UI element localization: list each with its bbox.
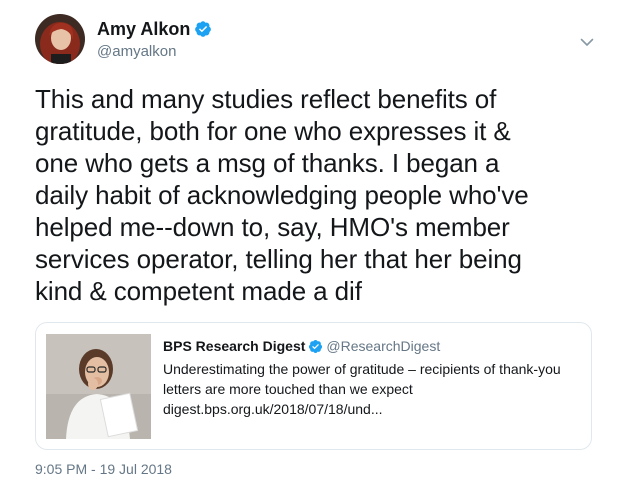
quoted-tweet-image [46, 334, 151, 439]
quoted-image-photo [46, 334, 151, 439]
quoted-author-name: BPS Research Digest [163, 338, 306, 354]
author-name-row[interactable]: Amy Alkon [97, 18, 212, 40]
author-display-name[interactable]: Amy Alkon [97, 18, 190, 40]
quoted-author-handle: @ResearchDigest [326, 338, 441, 354]
quoted-tweet-card[interactable]: BPS Research Digest @ResearchDigest Unde… [35, 322, 592, 450]
quoted-text-line: letters are more touched than we expect [163, 381, 413, 397]
avatar[interactable] [35, 14, 85, 64]
author-handle[interactable]: @amyalkon [97, 42, 212, 62]
chevron-down-icon[interactable] [579, 34, 595, 50]
quoted-tweet-body: BPS Research Digest @ResearchDigest Unde… [163, 336, 583, 419]
tweet-card: Amy Alkon @amyalkon This and many studie… [0, 0, 627, 491]
tweet-text: This and many studies reflect benefits o… [35, 84, 529, 306]
verified-badge-icon [309, 339, 323, 353]
avatar-image [35, 14, 85, 64]
tweet-timestamp[interactable]: 9:05 PM - 19 Jul 2018 [35, 459, 172, 479]
quoted-text-line: Underestimating the power of gratitude –… [163, 361, 561, 377]
quoted-link: digest.bps.org.uk/2018/07/18/und... [163, 401, 383, 417]
quoted-author-row: BPS Research Digest @ResearchDigest [163, 336, 583, 356]
verified-badge-icon [195, 21, 212, 37]
quoted-tweet-text: Underestimating the power of gratitude –… [163, 359, 583, 419]
author-block: Amy Alkon @amyalkon [97, 18, 212, 62]
